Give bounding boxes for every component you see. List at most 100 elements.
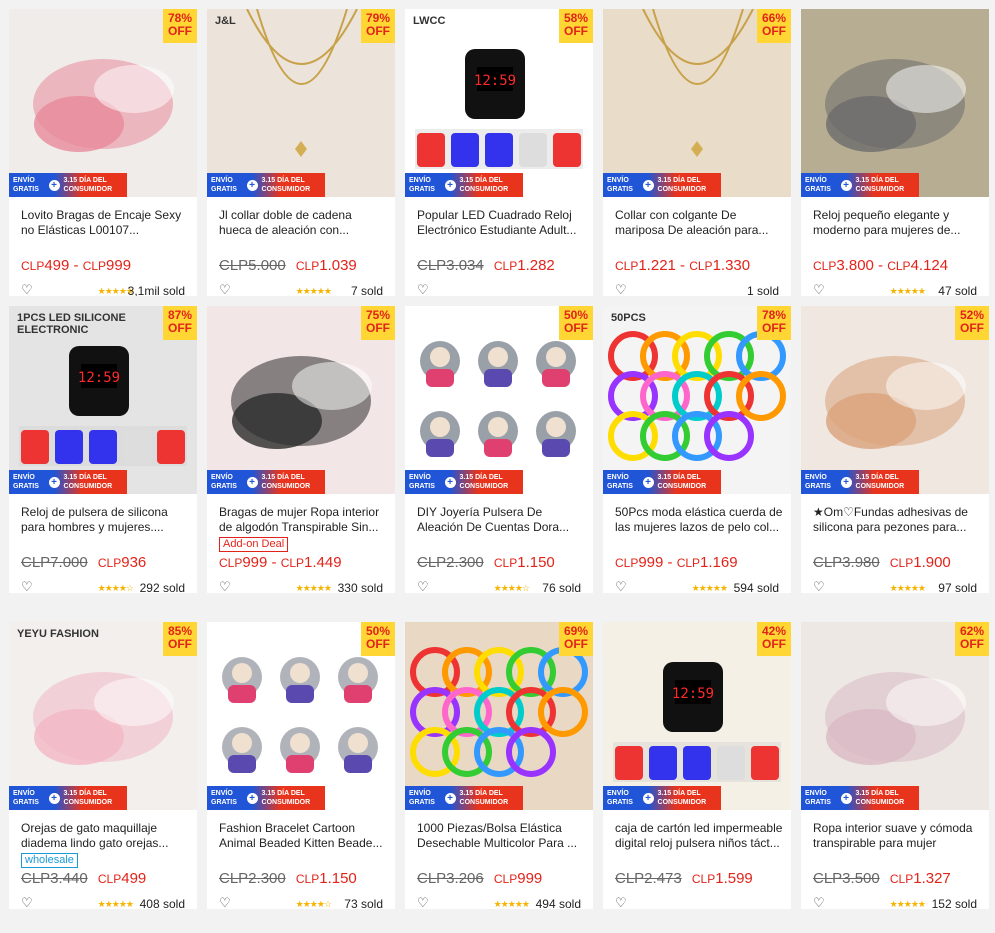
heart-icon[interactable]: ♡ <box>417 283 431 297</box>
product-title[interactable]: Reloj de pulsera de silicona para hombre… <box>21 505 189 535</box>
product-price: CLP499 - CLP999 <box>21 257 132 274</box>
product-image[interactable]: 66% OFF ENVÍO GRATIS +3.15 DÍA DEL CONSUMI… <box>603 9 791 197</box>
product-image[interactable]: 50% OFF ENVÍO GRATIS +3.15 DÍA DEL CONSUMI… <box>405 306 593 494</box>
promo-banner: ENVÍO GRATIS +3.15 DÍA DEL CONSUMIDOR <box>9 786 127 810</box>
product-card[interactable]: J&L 79% OFF ENVÍO GRATIS +3.15 DÍA DEL CON… <box>207 9 395 296</box>
product-price: CLP3.800 - CLP4.124 <box>813 257 949 274</box>
product-image[interactable]: 50PCS 78% OFF ENVÍO GRATIS +3.15 DÍA DEL C… <box>603 306 791 494</box>
product-title[interactable]: Ropa interior suave y cómoda transpirabl… <box>813 821 981 851</box>
card-footer: ♡ ★★★★★ 408 sold <box>21 896 185 910</box>
product-title[interactable]: Reloj pequeño elegante y moderno para mu… <box>813 208 981 238</box>
heart-icon[interactable]: ♡ <box>417 896 431 910</box>
discount-badge: 50% OFF <box>361 622 395 656</box>
product-image[interactable]: 12:59 42% OFF ENVÍO GRATIS +3.15 DÍA DEL C… <box>603 622 791 810</box>
product-image[interactable]: 12:59 LWCC 58% OFF ENVÍO GRATIS +3.15 DÍA … <box>405 9 593 197</box>
original-price: CLP3.440 <box>21 870 88 887</box>
plus-icon: + <box>642 476 654 488</box>
card-footer: ♡ <box>615 896 779 910</box>
product-image[interactable]: J&L 79% OFF ENVÍO GRATIS +3.15 DÍA DEL CON… <box>207 9 395 197</box>
product-price: CLP1.221 - CLP1.330 <box>615 257 751 274</box>
heart-icon[interactable]: ♡ <box>813 283 827 297</box>
plus-icon: + <box>48 179 60 191</box>
product-image[interactable]: 69% OFF ENVÍO GRATIS +3.15 DÍA DEL CONSUMI… <box>405 622 593 810</box>
product-card[interactable]: 78% OFF ENVÍO GRATIS +3.15 DÍA DEL CONSUMI… <box>9 9 197 296</box>
product-title[interactable]: Orejas de gato maquillaje diadema lindo … <box>21 821 189 851</box>
rating-stars: ★★★★★ <box>295 583 332 593</box>
plus-icon: + <box>642 179 654 191</box>
product-image[interactable]: 75% OFF ENVÍO GRATIS +3.15 DÍA DEL CONSUMI… <box>207 306 395 494</box>
heart-icon[interactable]: ♡ <box>219 283 233 297</box>
discount-badge: 78% OFF <box>757 306 791 340</box>
plus-icon: + <box>840 179 852 191</box>
product-card[interactable]: 50% OFF ENVÍO GRATIS +3.15 DÍA DEL CONSUMI… <box>207 622 395 909</box>
product-card[interactable]: 52% OFF ENVÍO GRATIS +3.15 DÍA DEL CONSUMI… <box>801 306 989 593</box>
product-card[interactable]: YEYU FASHION 85% OFF ENVÍO GRATIS +3.15 DÍ… <box>9 622 197 909</box>
promo-banner: ENVÍO GRATIS +3.15 DÍA DEL CONSUMIDOR <box>801 173 919 197</box>
sold-count: 494 sold <box>535 897 581 909</box>
product-grid: 78% OFF ENVÍO GRATIS +3.15 DÍA DEL CONSUMI… <box>0 0 995 933</box>
product-image[interactable]: 50% OFF ENVÍO GRATIS +3.15 DÍA DEL CONSUMI… <box>207 622 395 810</box>
product-card[interactable]: 50PCS 78% OFF ENVÍO GRATIS +3.15 DÍA DEL C… <box>603 306 791 593</box>
heart-icon[interactable]: ♡ <box>813 580 827 594</box>
discount-badge: 78% OFF <box>163 9 197 43</box>
heart-icon[interactable]: ♡ <box>21 896 35 910</box>
heart-icon[interactable]: ♡ <box>417 580 431 594</box>
product-image[interactable]: YEYU FASHION 85% OFF ENVÍO GRATIS +3.15 DÍ… <box>9 622 197 810</box>
product-image[interactable]: 12:59 1PCS LED SILICONE ELECTRONIC 87% OF… <box>9 306 197 494</box>
heart-icon[interactable]: ♡ <box>219 896 233 910</box>
product-photo <box>801 9 989 197</box>
product-card[interactable]: 69% OFF ENVÍO GRATIS +3.15 DÍA DEL CONSUMI… <box>405 622 593 909</box>
sold-count: 152 sold <box>931 897 977 909</box>
product-card[interactable]: 12:59 LWCC 58% OFF ENVÍO GRATIS +3.15 DÍA … <box>405 9 593 296</box>
product-image[interactable]: 62% OFF ENVÍO GRATIS +3.15 DÍA DEL CONSUMI… <box>801 622 989 810</box>
heart-icon[interactable]: ♡ <box>813 896 827 910</box>
original-price: CLP2.300 <box>417 554 484 571</box>
sold-count: 292 sold <box>139 581 185 593</box>
product-title[interactable]: ★Om♡Fundas adhesivas de silicona para pe… <box>813 505 981 535</box>
product-title[interactable]: Lovito Bragas de Encaje Sexy no Elástica… <box>21 208 189 238</box>
product-card[interactable]: 12:59 42% OFF ENVÍO GRATIS +3.15 DÍA DEL C… <box>603 622 791 909</box>
card-footer: ♡ ★★★★★ 7 sold <box>219 283 383 297</box>
heart-icon[interactable]: ♡ <box>21 580 35 594</box>
rating-stars: ★★★★☆ <box>97 583 134 593</box>
card-footer: ♡ ★★★★☆ 73 sold <box>219 896 383 910</box>
product-card[interactable]: ENVÍO GRATIS +3.15 DÍA DEL CONSUMIDOR Rel… <box>801 9 989 296</box>
product-title[interactable]: Fashion Bracelet Cartoon Animal Beaded K… <box>219 821 387 851</box>
discount-badge: 79% OFF <box>361 9 395 43</box>
plus-icon: + <box>444 792 456 804</box>
promo-banner: ENVÍO GRATIS +3.15 DÍA DEL CONSUMIDOR <box>801 786 919 810</box>
product-title[interactable]: Collar con colgante De mariposa De aleac… <box>615 208 783 238</box>
sold-count: 594 sold <box>733 581 779 593</box>
product-image[interactable]: 78% OFF ENVÍO GRATIS +3.15 DÍA DEL CONSUMI… <box>9 9 197 197</box>
promo-banner: ENVÍO GRATIS +3.15 DÍA DEL CONSUMIDOR <box>405 173 523 197</box>
product-title[interactable]: Bragas de mujer Ropa interior de algodón… <box>219 505 387 535</box>
heart-icon[interactable]: ♡ <box>21 283 35 297</box>
rating-stars: ★★★★★ <box>889 899 926 909</box>
svg-text:12:59: 12:59 <box>672 686 714 702</box>
promo-banner: ENVÍO GRATIS +3.15 DÍA DEL CONSUMIDOR <box>405 786 523 810</box>
product-card[interactable]: 66% OFF ENVÍO GRATIS +3.15 DÍA DEL CONSUMI… <box>603 9 791 296</box>
product-card[interactable]: 50% OFF ENVÍO GRATIS +3.15 DÍA DEL CONSUMI… <box>405 306 593 593</box>
card-footer: ♡ ★★★★★ 594 sold <box>615 580 779 594</box>
heart-icon[interactable]: ♡ <box>219 580 233 594</box>
heart-icon[interactable]: ♡ <box>615 283 629 297</box>
plus-icon: + <box>444 179 456 191</box>
rating-stars: ★★★★★ <box>691 583 728 593</box>
heart-icon[interactable]: ♡ <box>615 896 629 910</box>
product-title[interactable]: 50Pcs moda elástica cuerda de las mujere… <box>615 505 783 535</box>
heart-icon[interactable]: ♡ <box>615 580 629 594</box>
product-title[interactable]: caja de cartón led impermeable digital r… <box>615 821 783 851</box>
product-card[interactable]: 75% OFF ENVÍO GRATIS +3.15 DÍA DEL CONSUMI… <box>207 306 395 593</box>
product-card[interactable]: 12:59 1PCS LED SILICONE ELECTRONIC 87% OF… <box>9 306 197 593</box>
card-footer: ♡ ★★★★★ 3,1mil sold <box>21 283 185 297</box>
discount-badge: 85% OFF <box>163 622 197 656</box>
product-price: CLP2.300 CLP1.150 <box>417 554 555 571</box>
product-image[interactable]: 52% OFF ENVÍO GRATIS +3.15 DÍA DEL CONSUMI… <box>801 306 989 494</box>
product-title[interactable]: DIY Joyería Pulsera De Aleación De Cuent… <box>417 505 585 535</box>
product-title[interactable]: Jl collar doble de cadena hueca de aleac… <box>219 208 387 238</box>
product-image[interactable]: ENVÍO GRATIS +3.15 DÍA DEL CONSUMIDOR <box>801 9 989 197</box>
product-card[interactable]: 62% OFF ENVÍO GRATIS +3.15 DÍA DEL CONSUMI… <box>801 622 989 909</box>
plus-icon: + <box>48 476 60 488</box>
product-title[interactable]: 1000 Piezas/Bolsa Elástica Desechable Mu… <box>417 821 585 851</box>
product-title[interactable]: Popular LED Cuadrado Reloj Electrónico E… <box>417 208 585 238</box>
